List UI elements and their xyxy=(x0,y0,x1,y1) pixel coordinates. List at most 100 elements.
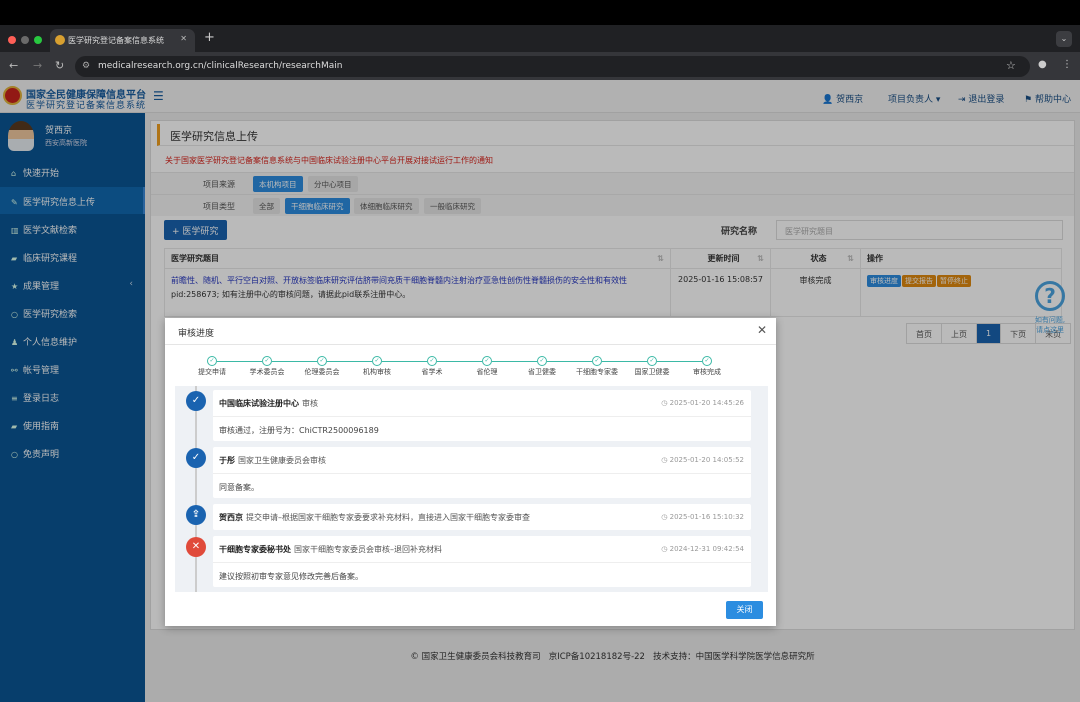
submit-report-button[interactable]: 提交报告 xyxy=(902,275,936,287)
close-icon[interactable]: ✕ xyxy=(757,323,767,337)
column-header-title[interactable]: 医学研究题目 ⇅ xyxy=(164,248,671,269)
sidebar-item-login-log[interactable]: ≡ 登录日志 xyxy=(0,383,145,410)
footer-icp[interactable]: 京ICP备10218182号-22 xyxy=(549,652,645,662)
sidebar-item-account[interactable]: ⚯ 帐号管理 xyxy=(0,355,145,382)
filter-chip-somatic[interactable]: 体细胞临床研究 xyxy=(354,198,419,214)
back-icon[interactable]: ← xyxy=(9,59,18,72)
updated-time: 2025-01-16 15:08:57 xyxy=(670,268,771,317)
entry-time-text: 2025-01-20 14:05:52 xyxy=(669,456,744,464)
step-check-icon: ✓ xyxy=(702,356,712,366)
sort-icon[interactable]: ⇅ xyxy=(657,254,664,263)
sort-icon[interactable]: ⇅ xyxy=(847,254,854,263)
filter-chip-own[interactable]: 本机构项目 xyxy=(253,176,303,192)
page-1-button[interactable]: 1 xyxy=(976,323,1002,344)
first-page-button[interactable]: 首页 xyxy=(906,323,942,344)
filter-chip-stem-cell[interactable]: 干细胞临床研究 xyxy=(285,198,350,214)
profile-icon[interactable]: ● xyxy=(1038,59,1047,70)
star-icon: ★ xyxy=(11,282,19,291)
research-title-link[interactable]: 前瞻性、随机、平行空白对照、开放标签临床研究评估脐带间充质干细胞脊髓内注射治疗亚… xyxy=(171,275,664,287)
add-research-button[interactable]: + 医学研究 xyxy=(164,220,227,240)
close-window-button[interactable] xyxy=(8,36,16,44)
footer-copyright: © 国家卫生健康委员会科技教育司 xyxy=(410,652,541,662)
sort-icon[interactable]: ⇅ xyxy=(757,254,764,263)
prev-page-button[interactable]: 上页 xyxy=(941,323,977,344)
entry-time: ◷ 2025-01-20 14:05:52 xyxy=(661,456,744,464)
review-progress-modal: 审核进度 ✕ ✓ 提交申请 ✓ 学术委员会 ✓ 伦理委员会 ✓ 机构审核 ✓ 省学术 ✓ 省伦理 ✓ 省卫… xyxy=(165,318,776,626)
filter-label: 项目来源 xyxy=(203,180,235,189)
reject-x-icon: ✕ xyxy=(186,537,206,557)
minimize-window-button[interactable] xyxy=(21,36,29,44)
sidebar-item-literature-search[interactable]: ▥ 医学文献检索 xyxy=(0,215,145,242)
sidebar-item-label: 医学研究检索 xyxy=(23,310,78,320)
check-icon: ✓ xyxy=(186,391,206,411)
entry-actor: 于彤 xyxy=(219,456,235,465)
help-icon: ⚑ xyxy=(1024,95,1033,105)
check-icon: ✓ xyxy=(186,448,206,468)
favicon-icon xyxy=(55,35,65,45)
book-icon: ▰ xyxy=(11,422,18,431)
reload-icon[interactable]: ↻ xyxy=(55,59,64,72)
sidebar-item-profile[interactable]: ♟ 个人信息维护 xyxy=(0,327,145,354)
book-icon: ▰ xyxy=(11,254,18,263)
column-header-status[interactable]: 状态 ⇅ xyxy=(770,248,861,269)
menu-toggle-icon[interactable]: ☰ xyxy=(153,89,164,103)
footer: © 国家卫生健康委员会科技教育司 京ICP备10218182号-22 技术支持：… xyxy=(145,640,1080,670)
logo-subtitle: 医学研究登记备案信息系统 xyxy=(26,101,147,111)
logout-button[interactable]: ⇥ 退出登录 xyxy=(958,92,1004,105)
column-header-updated[interactable]: 更新时间 ⇅ xyxy=(670,248,771,269)
browser-menu-icon[interactable]: ⋮ xyxy=(1062,59,1072,70)
close-tab-icon[interactable]: ✕ xyxy=(180,34,187,43)
filter-chip-all[interactable]: 全部 xyxy=(253,198,280,214)
pencil-icon: ✎ xyxy=(11,198,18,207)
sidebar-item-quick-start[interactable]: ⌂ 快速开始 xyxy=(0,158,145,185)
page-title: 医学研究信息上传 xyxy=(157,124,1074,146)
filter-chip-general[interactable]: 一般临床研究 xyxy=(424,198,481,214)
sidebar-item-research-upload[interactable]: ✎ 医学研究信息上传 xyxy=(0,187,145,214)
search-input[interactable]: 医学研究题目 xyxy=(776,220,1063,240)
progress-step: ✓ 国家卫健委 xyxy=(627,356,677,377)
url-bar[interactable]: ⚙ medicalresearch.org.cn/clinicalResearch… xyxy=(75,56,1030,77)
bookmark-star-icon[interactable]: ☆ xyxy=(1006,59,1016,72)
entry-time-text: 2025-01-20 14:45:26 xyxy=(669,399,744,407)
add-research-label: 医学研究 xyxy=(182,227,219,237)
clock-icon: ◷ xyxy=(661,513,668,521)
step-check-icon: ✓ xyxy=(207,356,217,366)
help-float-text[interactable]: 如有问题,请点这里 xyxy=(1033,315,1067,335)
help-center-button[interactable]: ⚑ 帮助中心 xyxy=(1024,92,1071,105)
sidebar-item-achievements[interactable]: ★ 成果管理 ‹ xyxy=(0,271,145,298)
close-button[interactable]: 关闭 xyxy=(726,601,763,619)
step-label: 国家卫健委 xyxy=(634,368,670,376)
browser-tab[interactable]: 医学研究登记备案信息系统 ✕ xyxy=(50,29,195,52)
forward-icon[interactable]: → xyxy=(33,59,42,72)
help-question-icon[interactable]: ? xyxy=(1035,281,1065,311)
sidebar-item-disclaimer[interactable]: ○ 免责声明 xyxy=(0,439,145,466)
maximize-window-button[interactable] xyxy=(34,36,42,44)
new-tab-button[interactable]: + xyxy=(204,30,215,45)
national-emblem-icon xyxy=(3,86,22,105)
notice-link[interactable]: 关于国家医学研究登记备案信息系统与中国临床试验注册中心平台开展对接试运行工作的通… xyxy=(151,146,1074,172)
sidebar-item-label: 临床研究课程 xyxy=(23,254,78,264)
divider xyxy=(165,344,776,345)
suspend-button[interactable]: 暂停终止 xyxy=(937,275,971,287)
tab-search-button[interactable]: ⌄ xyxy=(1056,31,1072,47)
role-dropdown[interactable]: 项目负责人 ▾ xyxy=(888,92,940,105)
sidebar-item-courses[interactable]: ▰ 临床研究课程 xyxy=(0,243,145,270)
progress-step: ✓ 干细胞专家委 xyxy=(572,356,622,377)
site-settings-icon[interactable]: ⚙ xyxy=(82,61,90,71)
step-label: 干细胞专家委 xyxy=(576,368,618,376)
sidebar-item-label: 登录日志 xyxy=(23,394,60,404)
sidebar-item-research-search[interactable]: ○ 医学研究检索 xyxy=(0,299,145,326)
step-check-icon: ✓ xyxy=(317,356,327,366)
step-check-icon: ✓ xyxy=(482,356,492,366)
entry-comment: 建议按照初审专家意见修改完善后备案。 xyxy=(213,562,751,587)
sidebar-item-guide[interactable]: ▰ 使用指南 xyxy=(0,411,145,438)
user-menu[interactable]: 👤 贺西京 xyxy=(822,92,863,105)
timeline-entry: 干细胞专家委秘书处 国家干细胞专家委员会审核–退回补充材料 ◷ 2024-12-31… xyxy=(213,536,751,587)
next-page-button[interactable]: 下页 xyxy=(1000,323,1037,344)
review-timeline: ✓ 中国临床试验注册中心 审核 ◷ 2025-01-20 14:45:26 审核通过，… xyxy=(175,386,768,592)
filter-chip-subcenter[interactable]: 分中心项目 xyxy=(308,176,358,192)
column-label: 更新时间 xyxy=(707,254,740,263)
entry-action: 国家干细胞专家委员会审核–退回补充材料 xyxy=(294,545,442,554)
research-table: 医学研究题目 ⇅ 更新时间 ⇅ 状态 ⇅ 操作 前瞻性、随机、平行空白对照、开放标签临… xyxy=(164,248,1062,317)
review-progress-button[interactable]: 审核进度 xyxy=(867,275,901,287)
